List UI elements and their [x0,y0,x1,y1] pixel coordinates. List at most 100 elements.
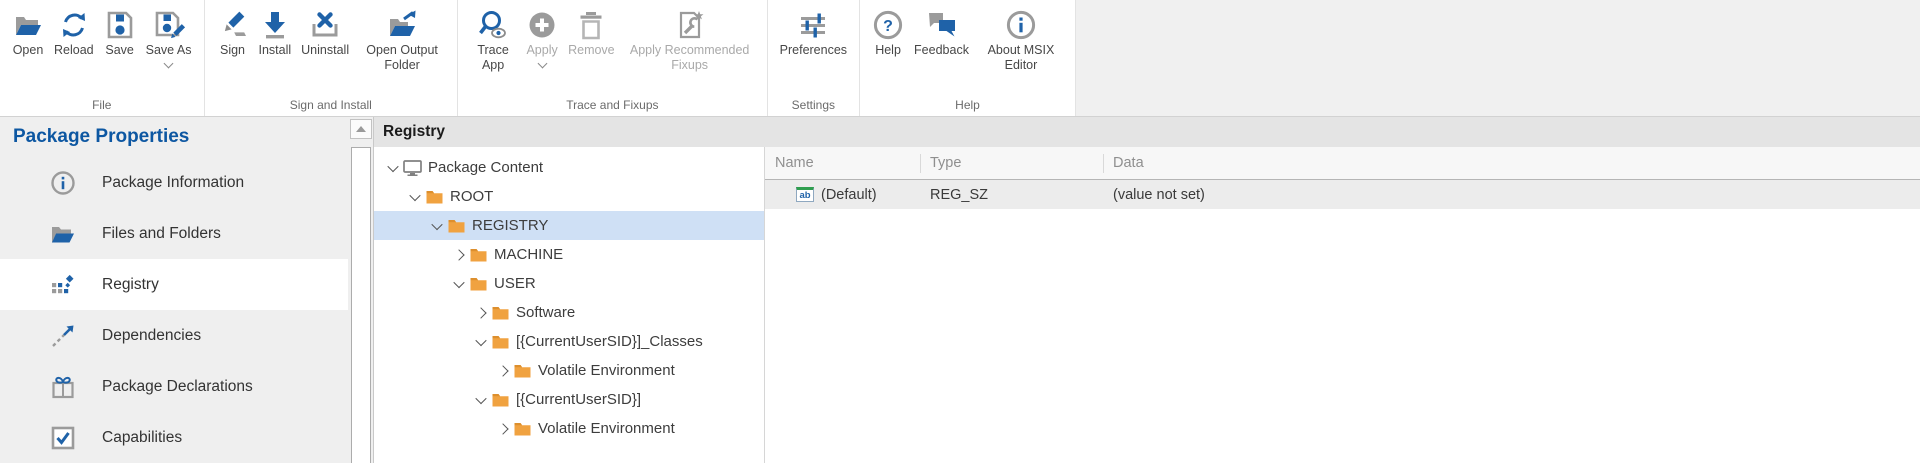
tree-node-machine[interactable]: MACHINE [374,240,764,269]
scroll-up-button[interactable] [350,119,372,139]
apply-recommended-fixups-button[interactable]: Apply Recommended Fixups [620,5,760,73]
tree-node-label: ROOT [450,188,493,205]
apply-dropdown-chevron-icon[interactable] [537,59,547,69]
table-row-default[interactable]: ab(Default)REG_SZ(value not set) [765,180,1920,209]
package-properties-sidebar: Package Properties Package Information F… [0,117,348,463]
ribbon-empty-area [1076,0,1920,116]
column-header-data[interactable]: Data [1103,147,1920,179]
scroll-up-arrow-icon [356,126,366,132]
ribbon-group-trace-and-fixups-label: Trace and Fixups [458,95,767,116]
tree-node-volatile-environment[interactable]: Volatile Environment [374,414,764,443]
tree-node-currentusersid[interactable]: [{CurrentUserSID}] [374,385,764,414]
tree-node-software[interactable]: Software [374,298,764,327]
table-header: Name Type Data [765,147,1920,180]
value-name: (Default) [821,187,877,203]
tree-node-currentusersid-classes[interactable]: [{CurrentUserSID}]_Classes [374,327,764,356]
checkbox-icon [50,425,76,451]
open-button-label: Open [13,43,44,58]
feedback-button[interactable]: Feedback [909,5,974,58]
tree-node-root[interactable]: ROOT [374,182,764,211]
chevron-down-icon[interactable] [450,276,467,292]
folder-icon [489,304,511,322]
dependencies-arrow-icon [50,323,76,349]
save-icon [104,7,136,43]
chevron-down-icon[interactable] [428,218,445,234]
tree-node-volatile-environment[interactable]: Volatile Environment [374,356,764,385]
help-button-label: Help [875,43,901,58]
sign-button-label: Sign [220,43,245,58]
sidebar-item-files-and-folders[interactable]: Files and Folders [0,208,348,259]
save-as-button[interactable]: Save As [141,5,197,67]
tree-node-user[interactable]: USER [374,269,764,298]
preferences-button-label: Preferences [780,43,847,58]
apply-plus-icon [526,7,558,43]
open-button[interactable]: Open [7,5,49,58]
help-button[interactable]: ? Help [867,5,909,58]
trace-app-button-label: Trace App [470,43,516,73]
cell-data: (value not set) [1103,187,1920,203]
sign-button[interactable]: Sign [212,5,254,58]
registry-tree: Package Content ROOT REGISTRYMACHINE USER So… [374,147,764,463]
sign-pencil-icon [217,7,249,43]
column-header-type[interactable]: Type [920,147,1103,179]
open-output-folder-button-label: Open Output Folder [359,43,445,73]
feedback-button-label: Feedback [914,43,969,58]
install-arrow-icon [259,7,291,43]
tree-node-registry[interactable]: REGISTRY [374,211,764,240]
sidebar-item-label: Capabilities [102,429,182,447]
remove-button[interactable]: Remove [563,5,620,58]
chevron-right-icon[interactable] [494,421,511,437]
uninstall-button[interactable]: Uninstall [296,5,354,58]
files-folders-icon [50,221,76,247]
tree-node-package-content[interactable]: Package Content [374,153,764,182]
computer-icon [401,159,423,177]
reload-button[interactable]: Reload [49,5,99,58]
about-msix-editor-button[interactable]: About MSIX Editor [974,5,1068,73]
uninstall-button-label: Uninstall [301,43,349,58]
chevron-down-icon[interactable] [472,392,489,408]
column-header-name[interactable]: Name [765,147,920,179]
tree-node-label: Software [516,304,575,321]
apply-button[interactable]: Apply [521,5,563,67]
ribbon-group-sign-and-install-label: Sign and Install [205,95,458,116]
save-as-icon [153,7,185,43]
cell-type: REG_SZ [920,187,1103,203]
install-button-label: Install [259,43,292,58]
ribbon-group-settings: Preferences Settings [768,0,859,116]
save-as-dropdown-chevron-icon[interactable] [164,59,174,69]
preferences-button[interactable]: Preferences [775,5,852,58]
ribbon-group-help: ? Help Feedback About MSIX Editor Help [860,0,1075,116]
folder-icon [423,188,445,206]
open-folder-icon [12,7,44,43]
sidebar-item-capabilities[interactable]: Capabilities [0,412,348,463]
chevron-down-icon[interactable] [472,334,489,350]
folder-icon [511,420,533,438]
sidebar-item-registry[interactable]: Registry [0,259,348,310]
chevron-down-icon[interactable] [384,160,401,176]
save-button[interactable]: Save [99,5,141,58]
tree-node-label: [{CurrentUserSID}] [516,391,641,408]
sidebar-scrollbar[interactable] [348,117,374,463]
chevron-right-icon[interactable] [472,305,489,321]
tree-node-label: USER [494,275,536,292]
sidebar-item-package-information[interactable]: Package Information [0,157,348,208]
install-button[interactable]: Install [254,5,297,58]
sidebar-item-package-declarations[interactable]: Package Declarations [0,361,348,412]
trace-app-button[interactable]: Trace App [465,5,521,73]
open-output-folder-button[interactable]: Open Output Folder [354,5,450,73]
sidebar-item-label: Package Declarations [102,378,253,396]
chevron-down-icon[interactable] [406,189,423,205]
scrollbar-thumb[interactable] [351,147,371,463]
chevron-right-icon[interactable] [450,247,467,263]
chevron-right-icon[interactable] [494,363,511,379]
registry-blocks-icon [50,272,76,298]
remove-trash-icon [575,7,607,43]
about-msix-editor-button-label: About MSIX Editor [979,43,1063,73]
sidebar-item-dependencies[interactable]: Dependencies [0,310,348,361]
tree-node-label: [{CurrentUserSID}]_Classes [516,333,703,350]
tree-node-label: Package Content [428,159,543,176]
ribbon-group-trace-and-fixups: Trace App Apply Remove Apply Recommend [458,0,767,116]
table-body: ab(Default)REG_SZ(value not set) [765,180,1920,209]
sidebar-item-label: Files and Folders [102,225,221,243]
info-circle-icon [50,170,76,196]
